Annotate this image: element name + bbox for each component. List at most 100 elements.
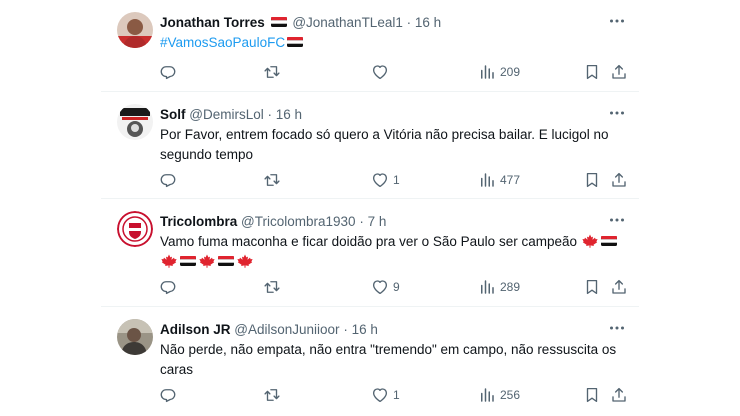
separator-dot: · — [359, 214, 364, 229]
more-dots-icon[interactable] — [607, 103, 627, 123]
share-button[interactable] — [610, 61, 628, 83]
retweet-icon — [263, 278, 281, 296]
view-count: 477 — [500, 173, 521, 187]
tweet[interactable]: Tricolombra @Tricolombra1930 · 7 h Vamo … — [101, 199, 639, 307]
tweet-actions: 209 — [153, 61, 633, 83]
tweet-text-content: Vamo fuma maconha e ficar doidão pra ver… — [160, 234, 577, 249]
tweet-text: Por Favor, entrem focado só quero a Vitó… — [160, 127, 609, 162]
display-name[interactable]: Tricolombra — [160, 214, 237, 229]
share-icon — [610, 386, 628, 404]
timestamp[interactable]: 16 h — [276, 107, 302, 122]
like-button[interactable] — [371, 61, 393, 83]
retweet-button[interactable] — [263, 276, 285, 298]
user-handle[interactable]: @Tricolombra1930 — [241, 214, 356, 229]
views-button[interactable]: 209 — [478, 61, 520, 83]
maple-leaf-icon — [161, 254, 177, 268]
share-icon — [610, 171, 628, 189]
bookmark-icon — [583, 171, 601, 189]
bookmark-button[interactable] — [583, 169, 601, 191]
maple-leaf-icon — [199, 254, 215, 268]
tweet[interactable]: Solf @DemirsLol · 16 h Por Favor, entrem… — [101, 92, 639, 199]
reply-button[interactable] — [159, 169, 181, 191]
user-handle[interactable]: @JonathanTLeal1 — [292, 15, 403, 30]
tweet-text: Vamo fuma maconha e ficar doidão pra ver… — [160, 232, 625, 272]
bookmark-icon — [583, 278, 601, 296]
tweet[interactable]: Adilson JR @AdilsonJuniioor · 16 h Não p… — [101, 307, 639, 416]
tweet[interactable]: Jonathan Torres @JonathanTLeal1 · 16 h #… — [101, 0, 639, 92]
tweet-text: Não perde, não empata, não entra "tremen… — [160, 342, 617, 377]
views-button[interactable]: 289 — [478, 276, 520, 298]
display-name[interactable]: Adilson JR — [160, 322, 231, 337]
timestamp[interactable]: 7 h — [368, 214, 387, 229]
sao-paulo-flag-icon — [271, 17, 287, 27]
like-button[interactable]: 9 — [371, 276, 400, 298]
user-handle[interactable]: @AdilsonJuniioor — [234, 322, 339, 337]
reply-button[interactable] — [159, 276, 181, 298]
views-chart-icon — [478, 386, 496, 404]
avatar[interactable] — [117, 104, 153, 140]
views-button[interactable]: 477 — [478, 169, 520, 191]
avatar[interactable] — [117, 211, 153, 247]
heart-icon — [371, 278, 389, 296]
more-dots-icon[interactable] — [607, 318, 627, 338]
timestamp[interactable]: 16 h — [415, 15, 441, 30]
share-icon — [610, 278, 628, 296]
like-count: 1 — [393, 173, 400, 187]
sao-paulo-flag-icon — [180, 256, 196, 266]
share-button[interactable] — [610, 169, 628, 191]
view-count: 209 — [500, 65, 521, 79]
retweet-button[interactable] — [263, 169, 285, 191]
tweet-actions: 1 256 — [153, 384, 633, 406]
share-button[interactable] — [610, 276, 628, 298]
views-chart-icon — [478, 63, 496, 81]
reply-feed: Jonathan Torres @JonathanTLeal1 · 16 h #… — [101, 0, 639, 416]
tweet-actions: 9 289 — [153, 276, 633, 298]
tweet-header: Jonathan Torres @JonathanTLeal1 · 16 h — [160, 13, 627, 33]
tweet-header: Tricolombra @Tricolombra1930 · 7 h — [160, 212, 627, 232]
views-button[interactable]: 256 — [478, 384, 520, 406]
share-button[interactable] — [610, 384, 628, 406]
bookmark-button[interactable] — [583, 276, 601, 298]
heart-icon — [371, 386, 389, 404]
bookmark-button[interactable] — [583, 384, 601, 406]
tweet-header: Adilson JR @AdilsonJuniioor · 16 h — [160, 320, 627, 340]
tweet-actions: 1 477 — [153, 169, 633, 191]
separator-dot: · — [406, 15, 412, 30]
sao-paulo-flag-icon — [601, 236, 617, 246]
views-chart-icon — [478, 278, 496, 296]
separator-dot: · — [267, 107, 273, 122]
retweet-button[interactable] — [263, 384, 285, 406]
reply-icon — [159, 386, 177, 404]
like-count: 9 — [393, 280, 400, 294]
view-count: 256 — [500, 388, 521, 402]
sao-paulo-flag-icon — [287, 37, 303, 47]
retweet-icon — [263, 171, 281, 189]
like-button[interactable]: 1 — [371, 169, 400, 191]
tweet-text: #VamosSaoPauloFC — [160, 33, 625, 53]
reply-icon — [159, 278, 177, 296]
maple-leaf-icon — [582, 234, 598, 248]
retweet-button[interactable] — [263, 61, 285, 83]
maple-leaf-icon — [237, 254, 253, 268]
display-name[interactable]: Solf — [160, 107, 186, 122]
retweet-icon — [263, 63, 281, 81]
bookmark-button[interactable] — [583, 61, 601, 83]
view-count: 289 — [500, 280, 521, 294]
like-button[interactable]: 1 — [371, 384, 400, 406]
reply-button[interactable] — [159, 384, 181, 406]
avatar[interactable] — [117, 12, 153, 48]
retweet-icon — [263, 386, 281, 404]
more-dots-icon[interactable] — [607, 11, 627, 31]
more-dots-icon[interactable] — [607, 210, 627, 230]
hashtag-link[interactable]: #VamosSaoPauloFC — [160, 35, 285, 50]
avatar[interactable] — [117, 319, 153, 355]
user-handle[interactable]: @DemirsLol — [189, 107, 263, 122]
reply-icon — [159, 63, 177, 81]
tweet-header: Solf @DemirsLol · 16 h — [160, 105, 627, 125]
display-name[interactable]: Jonathan Torres — [160, 15, 265, 30]
timestamp[interactable]: 16 h — [352, 322, 378, 337]
reply-button[interactable] — [159, 61, 181, 83]
heart-icon — [371, 171, 389, 189]
reply-icon — [159, 171, 177, 189]
separator-dot: · — [343, 322, 348, 337]
